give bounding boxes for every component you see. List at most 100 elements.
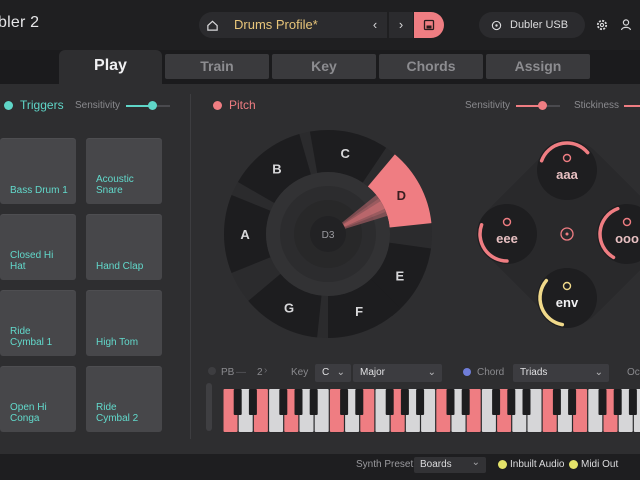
stickiness-slider[interactable] — [624, 105, 640, 107]
piano-black-key[interactable] — [507, 389, 516, 415]
piano-black-key[interactable] — [416, 389, 425, 415]
piano-black-key[interactable] — [446, 389, 455, 415]
scale-select[interactable]: Major ⌄ — [353, 364, 442, 382]
stickiness-label: Stickiness — [574, 100, 620, 111]
tab-bar: Play Train Key Chords Assign — [0, 50, 640, 84]
inbuilt-audio-toggle[interactable] — [498, 460, 507, 469]
note-label-e: E — [396, 269, 405, 284]
piano-black-key[interactable] — [355, 389, 364, 415]
piano-black-key[interactable] — [400, 389, 409, 415]
key-select-value: C — [322, 367, 330, 378]
tab-play[interactable]: Play — [59, 50, 162, 84]
bottom-bar: Synth Preset Boards ⌄ Inbuilt Audio Midi… — [0, 454, 640, 480]
piano-black-key[interactable] — [248, 389, 257, 415]
user-icon — [620, 19, 632, 31]
piano-black-key[interactable] — [340, 389, 349, 415]
piano-black-key[interactable] — [279, 389, 288, 415]
vowel-label: eee — [496, 231, 518, 246]
home-icon — [206, 20, 218, 31]
piano-black-key[interactable] — [309, 389, 318, 415]
chord-select[interactable]: Triads ⌄ — [513, 364, 609, 382]
chord-select-value: Triads — [520, 367, 548, 378]
piano-keyboard — [223, 389, 640, 433]
section-divider — [190, 94, 191, 439]
note-label-c: C — [341, 146, 351, 161]
pad-label: Acoustic Snare — [96, 174, 134, 196]
key-select[interactable]: C ⌄ — [315, 364, 351, 382]
profile-name[interactable]: Drums Profile* — [225, 12, 363, 38]
synth-preset-label: Synth Preset — [356, 459, 414, 470]
power-icon — [491, 20, 502, 30]
trigger-pad[interactable]: Open Hi Conga — [0, 366, 76, 432]
trigger-pad[interactable]: High Tom — [86, 290, 162, 356]
pb-dropdown-caret: › — [264, 365, 268, 376]
scale-select-value: Major — [360, 367, 386, 378]
pad-label: Open Hi Conga — [10, 402, 47, 424]
chevron-down-icon: ⌄ — [336, 367, 345, 378]
vowel-label: env — [556, 295, 579, 310]
triggers-title: Triggers — [20, 98, 64, 112]
pad-label: Bass Drum 1 — [10, 185, 68, 196]
save-button[interactable] — [414, 12, 444, 38]
piano-black-key[interactable] — [385, 389, 394, 415]
top-bar: bler 2 Drums Profile* ‹ › Dubler USB — [0, 0, 640, 50]
account-button[interactable] — [617, 15, 637, 35]
pitch-status-dot — [213, 100, 222, 110]
note-label-b: B — [272, 162, 281, 177]
piano-black-key[interactable] — [628, 389, 637, 415]
chevron-down-icon: ⌄ — [594, 367, 603, 378]
pad-label: Closed Hi Hat — [10, 250, 54, 272]
device-selector[interactable]: Dubler USB — [479, 12, 585, 38]
pb-range-value[interactable]: 2 — [257, 367, 263, 378]
pitch-sensitivity-label: Sensitivity — [465, 100, 511, 111]
tab-key[interactable]: Key — [272, 54, 376, 79]
home-button[interactable] — [199, 12, 225, 38]
synth-preset-select[interactable]: Boards ⌄ — [414, 457, 486, 473]
vowel-label: ooo — [615, 231, 639, 246]
pitch-sensitivity-knob[interactable] — [538, 101, 547, 110]
next-profile-button[interactable]: › — [389, 12, 413, 38]
vowel-label: aaa — [556, 167, 578, 182]
tab-assign[interactable]: Assign — [486, 54, 590, 79]
pb-label: PB — [221, 367, 235, 378]
pad-label: Ride Cymbal 1 — [10, 326, 53, 348]
trigger-pad[interactable]: Ride Cymbal 1 — [0, 290, 76, 356]
current-note-label: D3 — [322, 230, 335, 241]
inbuilt-audio-label: Inbuilt Audio — [510, 459, 565, 470]
piano-black-key[interactable] — [522, 389, 531, 415]
note-label-f: F — [355, 304, 363, 319]
tab-train[interactable]: Train — [165, 54, 269, 79]
trigger-pad[interactable]: Ride Cymbal 2 — [86, 366, 162, 432]
trigger-pad[interactable]: Acoustic Snare — [86, 138, 162, 204]
midi-out-toggle[interactable] — [569, 460, 578, 469]
trigger-pad[interactable]: Bass Drum 1 — [0, 138, 76, 204]
pb-toggle[interactable] — [208, 367, 216, 375]
triggers-status-dot — [4, 100, 13, 110]
chord-status-dot[interactable] — [463, 368, 471, 376]
settings-button[interactable] — [592, 15, 612, 35]
piano-black-key[interactable] — [461, 389, 470, 415]
pad-label: High Tom — [96, 337, 139, 348]
vowel-pad: aaa eee ooo env — [477, 140, 640, 328]
piano-black-key[interactable] — [233, 389, 242, 415]
chevron-down-icon: ⌄ — [471, 457, 480, 468]
key-label: Key — [291, 367, 309, 378]
note-label-d: D — [397, 188, 406, 203]
note-label-g: G — [284, 300, 294, 315]
pb-separator: — — [236, 367, 246, 378]
piano-black-key[interactable] — [294, 389, 303, 415]
gear-icon — [596, 19, 608, 31]
prev-profile-button[interactable]: ‹ — [363, 12, 387, 38]
midi-out-label: Midi Out — [581, 459, 619, 470]
piano-black-key[interactable] — [552, 389, 561, 415]
pad-label: Ride Cymbal 2 — [96, 402, 139, 424]
pitch-bend-slider[interactable] — [206, 383, 212, 431]
piano-black-key[interactable] — [568, 389, 577, 415]
trigger-pad[interactable]: Hand Clap — [86, 214, 162, 280]
triggers-sensitivity-knob[interactable] — [148, 101, 157, 110]
piano-black-key[interactable] — [492, 389, 501, 415]
piano-black-key[interactable] — [613, 389, 622, 415]
trigger-pad[interactable]: Closed Hi Hat — [0, 214, 76, 280]
piano-black-key[interactable] — [598, 389, 607, 415]
tab-chords[interactable]: Chords — [379, 54, 483, 79]
